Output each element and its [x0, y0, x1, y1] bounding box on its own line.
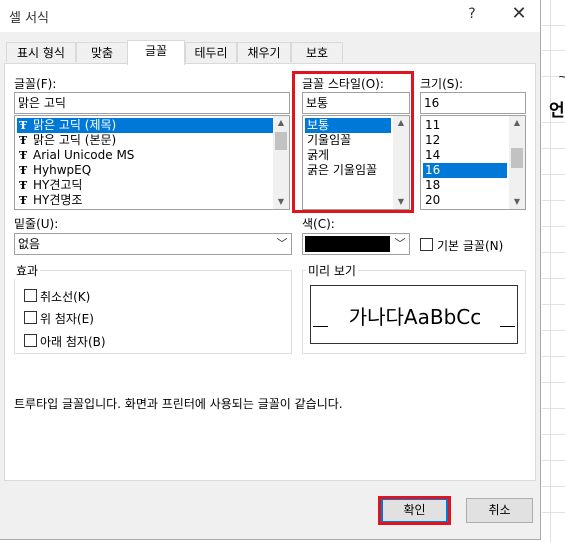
- size-list-item[interactable]: 16: [423, 163, 507, 178]
- title-bar: 셀 서식 ? ✕: [0, 0, 540, 32]
- superscript-checkbox[interactable]: [24, 311, 37, 324]
- font-input[interactable]: 맑은 고딕: [14, 92, 290, 114]
- chevron-down-icon[interactable]: ﹀: [390, 234, 409, 254]
- normal-font-checkbox[interactable]: [420, 238, 433, 251]
- size-input[interactable]: 16: [420, 92, 526, 114]
- subscript-checkbox[interactable]: [24, 334, 37, 347]
- font-list-item[interactable]: Ŧ HY견명조: [17, 193, 82, 208]
- effects-title: 효과: [14, 262, 41, 279]
- color-label: 색(C):: [302, 217, 335, 231]
- tab-number[interactable]: 표시 형식: [6, 42, 76, 62]
- chevron-down-icon[interactable]: ﹀: [272, 234, 291, 254]
- underline-label: 밑줄(U):: [14, 217, 59, 231]
- background-cell-text: ~: [558, 70, 565, 83]
- preview-text: 가나다AaBbCc: [348, 305, 482, 329]
- underline-select[interactable]: 없음 ﹀: [14, 233, 292, 255]
- truetype-icon: Ŧ: [19, 119, 28, 132]
- strikethrough-checkbox[interactable]: [24, 289, 37, 302]
- truetype-icon: Ŧ: [19, 164, 28, 177]
- preview-title: 미리 보기: [306, 262, 358, 279]
- size-listbox[interactable]: 11 12 14 16 18 20 ▲ ▼: [420, 115, 526, 210]
- scroll-thumb[interactable]: [511, 148, 523, 168]
- scroll-down-icon[interactable]: ▼: [509, 195, 525, 209]
- font-list-item[interactable]: Ŧ HY견고딕: [17, 178, 82, 193]
- font-list-item[interactable]: Ŧ 맑은 고딕 (본문): [17, 133, 116, 148]
- strikethrough-label: 취소선(K): [40, 290, 91, 304]
- subscript-label: 아래 첨자(B): [40, 335, 106, 349]
- tab-strip: 표시 형식 맞춤 글꼴 테두리 채우기 보호: [0, 40, 541, 65]
- scroll-up-icon[interactable]: ▲: [273, 116, 289, 130]
- font-listbox[interactable]: Ŧ 맑은 고딕 (제목) Ŧ 맑은 고딕 (본문) Ŧ Arial Unicode M…: [14, 115, 290, 210]
- truetype-icon: Ŧ: [19, 149, 28, 162]
- color-swatch: [305, 236, 391, 252]
- truetype-icon: Ŧ: [19, 179, 28, 192]
- color-picker[interactable]: ﹀: [302, 233, 410, 255]
- normal-font-label: 기본 글꼴(N): [437, 239, 504, 253]
- tab-alignment[interactable]: 맞춤: [76, 42, 128, 62]
- truetype-icon: Ŧ: [19, 134, 28, 147]
- help-button[interactable]: ?: [462, 6, 482, 22]
- tab-border[interactable]: 테두리: [185, 42, 237, 62]
- font-list-item[interactable]: Ŧ Arial Unicode MS: [17, 148, 134, 163]
- tab-protection[interactable]: 보호: [291, 42, 343, 62]
- dialog-title: 셀 서식: [9, 11, 50, 26]
- font-info-text: 트루타입 글꼴입니다. 화면과 프린터에 사용되는 글꼴이 같습니다.: [14, 397, 343, 411]
- preview-underline-right: [500, 326, 515, 327]
- preview-box: 가나다AaBbCc: [310, 285, 518, 344]
- font-label: 글꼴(F):: [14, 77, 57, 91]
- size-list-item[interactable]: 11: [423, 118, 440, 133]
- size-list-item[interactable]: 12: [423, 133, 440, 148]
- font-list-item[interactable]: Ŧ HyhwpEQ: [17, 163, 91, 178]
- tab-fill[interactable]: 채우기: [237, 42, 291, 62]
- scroll-down-icon[interactable]: ▼: [273, 195, 289, 209]
- size-label: 크기(S):: [420, 77, 464, 91]
- font-scrollbar[interactable]: ▲ ▼: [273, 116, 289, 209]
- truetype-icon: Ŧ: [19, 194, 28, 207]
- size-list-item[interactable]: 14: [423, 148, 440, 163]
- scroll-thumb[interactable]: [275, 132, 287, 150]
- superscript-label: 위 첨자(E): [40, 312, 94, 326]
- size-list-item[interactable]: 20: [423, 193, 440, 208]
- format-cells-dialog: 셀 서식 ? ✕ 표시 형식 맞춤 글꼴 테두리 채우기 보호 글꼴(F): 맑…: [0, 0, 541, 540]
- size-scrollbar[interactable]: ▲ ▼: [509, 116, 525, 209]
- size-list-item[interactable]: 18: [423, 178, 440, 193]
- cancel-button[interactable]: 취소: [466, 498, 533, 523]
- background-cell-text: 언: [549, 101, 565, 121]
- font-list-item[interactable]: Ŧ 맑은 고딕 (제목): [17, 118, 274, 133]
- underline-value: 없음: [18, 237, 41, 251]
- highlight-box-font-style: [292, 71, 414, 213]
- close-button[interactable]: ✕: [505, 3, 533, 24]
- tab-font[interactable]: 글꼴: [127, 40, 185, 65]
- scroll-up-icon[interactable]: ▲: [509, 116, 525, 130]
- highlight-box-ok: [378, 496, 451, 525]
